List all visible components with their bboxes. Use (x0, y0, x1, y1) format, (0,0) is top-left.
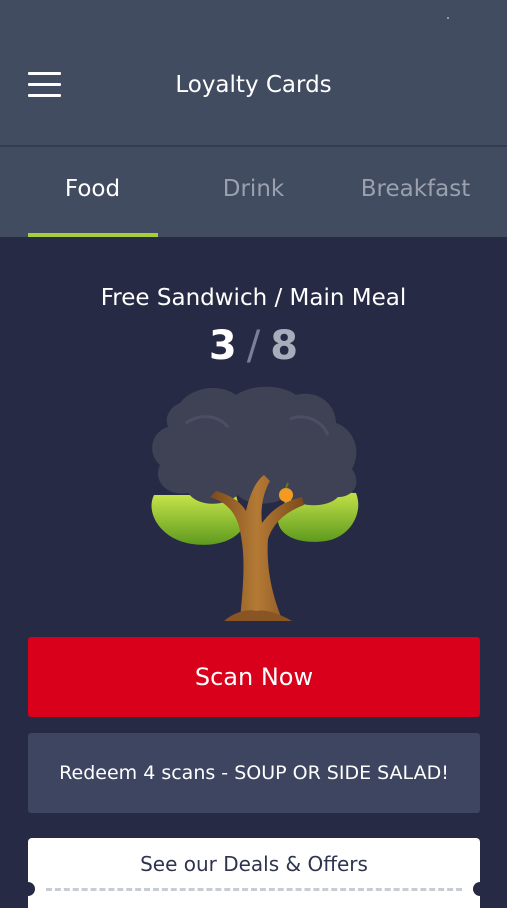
ticket-notch-left (21, 882, 35, 896)
scan-now-button[interactable]: Scan Now (28, 637, 480, 717)
ticket-perforation (46, 888, 462, 891)
tab-food[interactable]: Food (8, 147, 177, 237)
loyalty-tree-illustration (151, 386, 359, 621)
tab-drink[interactable]: Drink (169, 147, 338, 237)
status-indicator (447, 17, 449, 19)
redeem-button[interactable]: Redeem 4 scans - SOUP OR SIDE SALAD! (28, 733, 480, 813)
scan-progress: 3/8 (0, 322, 507, 370)
active-tab-indicator (28, 233, 158, 237)
scan-count-total: 8 (270, 323, 299, 369)
tab-bar: Food Drink Breakfast (0, 147, 507, 237)
app-header: Loyalty Cards (0, 0, 507, 145)
ticket-notch-right (473, 882, 487, 896)
page-title: Loyalty Cards (175, 72, 332, 98)
scan-count-current: 3 (208, 323, 237, 369)
tab-breakfast[interactable]: Breakfast (331, 147, 500, 237)
reward-title: Free Sandwich / Main Meal (100, 285, 407, 311)
scan-count-separator: / (246, 323, 261, 369)
deals-offers-label: See our Deals & Offers (140, 852, 368, 876)
deals-offers-button[interactable]: See our Deals & Offers (21, 838, 487, 908)
